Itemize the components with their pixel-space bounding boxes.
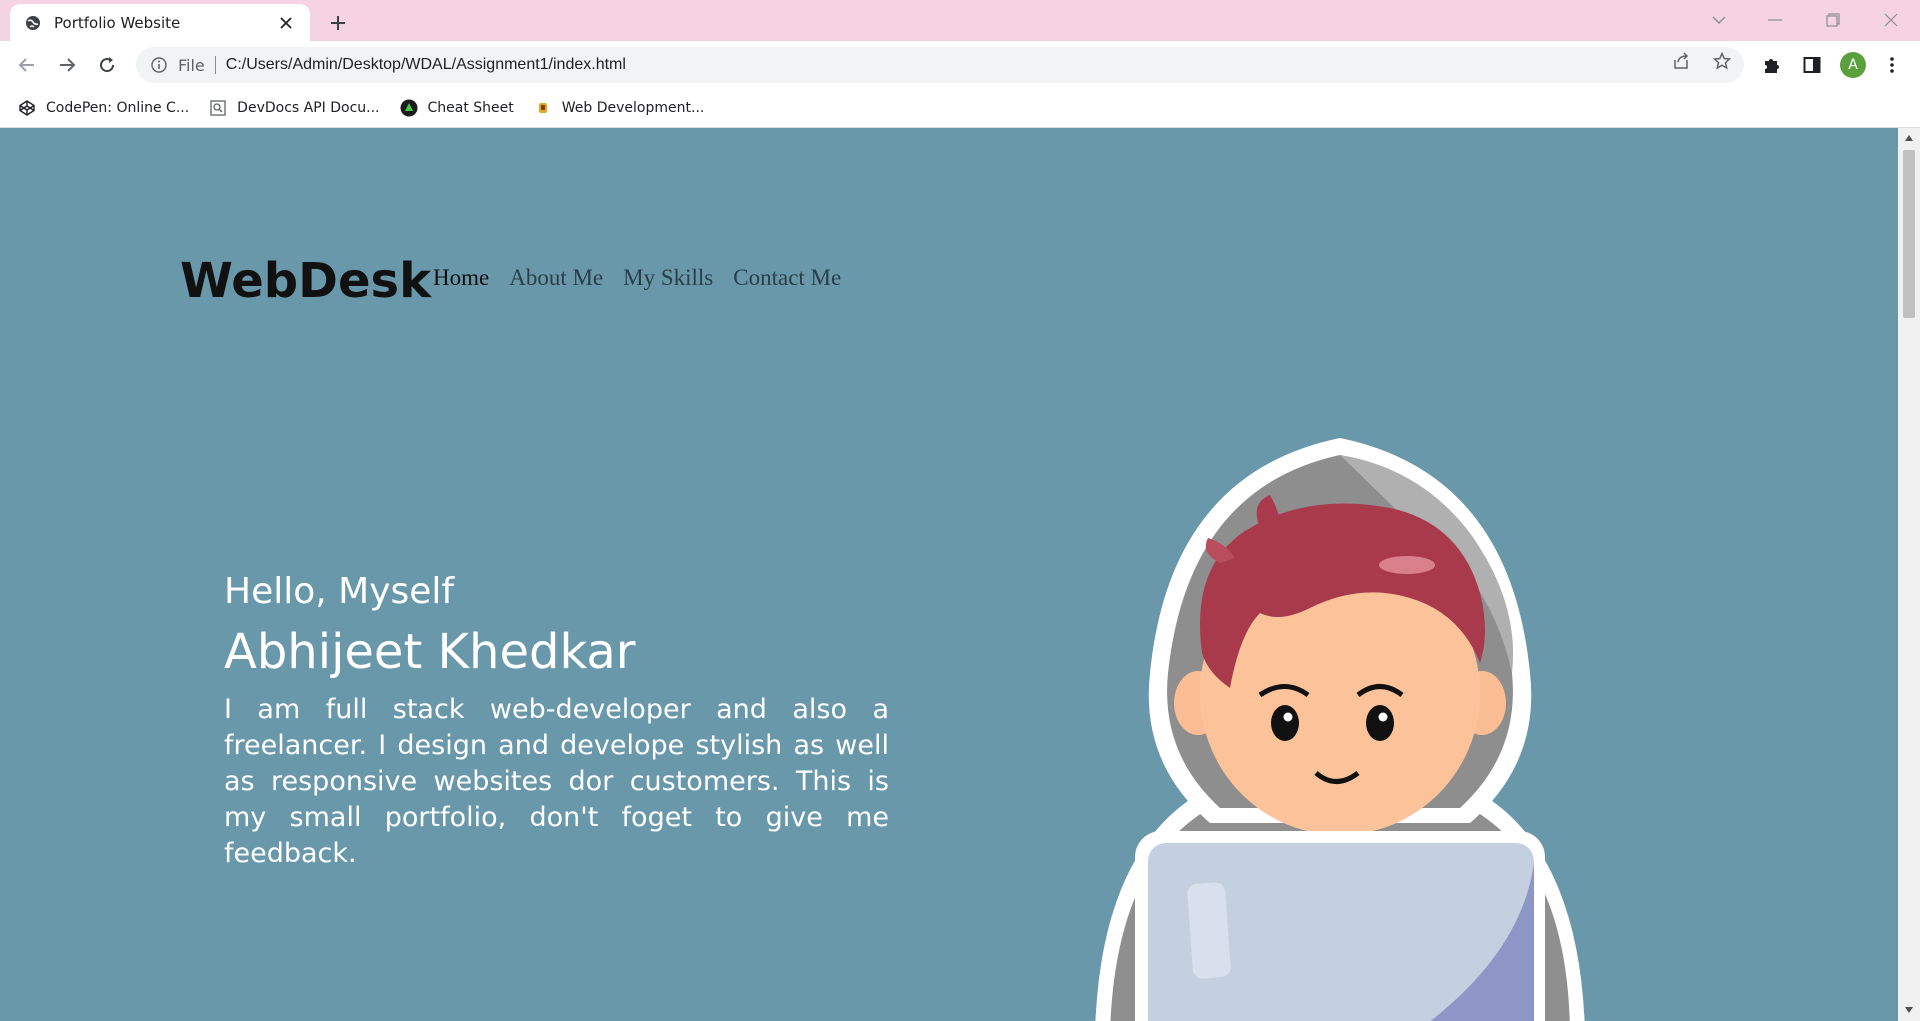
restore-icon[interactable]	[1818, 8, 1848, 32]
new-tab-button[interactable]	[324, 9, 352, 37]
browser-tab[interactable]: Portfolio Website	[10, 4, 310, 41]
side-panel-icon[interactable]	[1800, 53, 1824, 77]
minimize-icon[interactable]	[1760, 8, 1790, 32]
bookmark-web-development[interactable]: Web Development...	[534, 99, 705, 117]
window-close-icon[interactable]	[1876, 8, 1906, 32]
browser-toolbar: File C:/Users/Admin/Desktop/WDAL/Assignm…	[0, 41, 1920, 89]
main-nav: Home About Me My Skills Contact Me	[433, 265, 841, 291]
scroll-up-arrow-icon[interactable]	[1903, 132, 1915, 144]
bookmark-label: Web Development...	[561, 100, 705, 116]
address-bar[interactable]: File C:/Users/Admin/Desktop/WDAL/Assignm…	[136, 47, 1744, 83]
webdev-icon	[534, 99, 552, 117]
address-divider	[214, 56, 216, 74]
tab-search-icon[interactable]	[1704, 8, 1734, 32]
page-viewport: WebDesk Home About Me My Skills Contact …	[0, 128, 1898, 1021]
bookmark-codepen[interactable]: CodePen: Online C...	[18, 99, 189, 117]
page-scrollbar[interactable]	[1898, 128, 1920, 1021]
extensions-icon[interactable]	[1760, 53, 1784, 77]
developer-illustration	[1095, 438, 1585, 1021]
profile-avatar[interactable]: A	[1840, 52, 1866, 78]
hero-name: Abhijeet Khedkar	[224, 624, 636, 680]
bookmark-cheat-sheet[interactable]: Cheat Sheet	[400, 99, 514, 117]
bookmark-star-icon[interactable]	[1711, 50, 1733, 72]
tab-title: Portfolio Website	[54, 13, 181, 32]
bookmark-devdocs[interactable]: DevDocs API Docu...	[209, 99, 380, 117]
address-scheme: File	[178, 55, 205, 75]
forward-arrow-icon[interactable]	[53, 51, 81, 79]
address-url[interactable]: C:/Users/Admin/Desktop/WDAL/Assignment1/…	[226, 56, 626, 74]
share-icon[interactable]	[1670, 50, 1692, 72]
scrollbar-thumb[interactable]	[1903, 150, 1915, 318]
info-icon[interactable]	[150, 56, 168, 74]
scroll-down-arrow-icon[interactable]	[1903, 1004, 1915, 1016]
back-arrow-icon[interactable]	[13, 51, 41, 79]
globe-icon	[24, 14, 42, 32]
hero-text: Hello, Myself Abhijeet Khedkar I am full…	[224, 568, 889, 872]
bookmark-label: DevDocs API Docu...	[237, 100, 380, 116]
nav-link-my-skills[interactable]: My Skills	[623, 265, 713, 291]
bookmark-label: CodePen: Online C...	[46, 100, 190, 116]
bookmarks-bar: CodePen: Online C... DevDocs API Docu...…	[0, 89, 1920, 128]
nav-link-about-me[interactable]: About Me	[509, 265, 603, 291]
menu-kebab-icon[interactable]	[1880, 53, 1904, 77]
hero-description: I am full stack web-developer and also a…	[224, 694, 889, 869]
tab-strip: Portfolio Website	[0, 0, 1920, 41]
nav-link-contact-me[interactable]: Contact Me	[733, 265, 841, 291]
bookmark-label: Cheat Sheet	[427, 100, 514, 116]
hero-greeting: Hello, Myself	[224, 571, 455, 612]
reload-icon[interactable]	[93, 51, 121, 79]
site-logo[interactable]: WebDesk	[180, 253, 431, 309]
devdocs-icon	[209, 99, 227, 117]
nav-link-home[interactable]: Home	[433, 265, 489, 291]
close-icon[interactable]	[276, 13, 296, 33]
codepen-icon	[18, 99, 36, 117]
cheatsheet-icon	[400, 99, 418, 117]
